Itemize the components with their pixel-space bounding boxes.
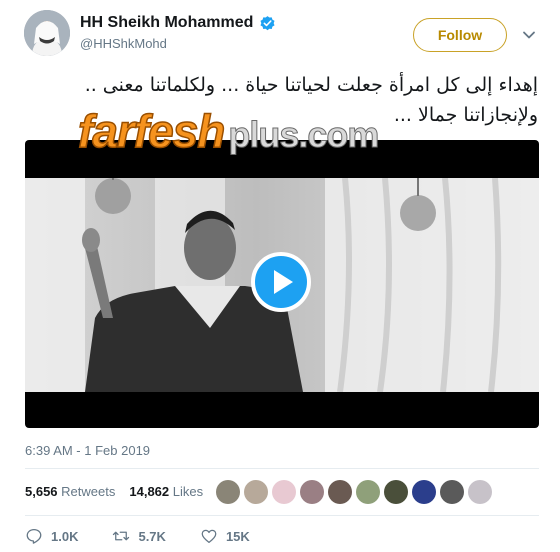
retweets-stat[interactable]: 5,656 Retweets: [25, 484, 115, 499]
retweet-button[interactable]: 5.7K: [112, 527, 166, 545]
liker-avatar[interactable]: [328, 480, 352, 504]
liker-avatar[interactable]: [300, 480, 324, 504]
play-icon: [274, 270, 293, 294]
heart-icon: [201, 529, 217, 544]
retweet-icon: [113, 531, 130, 541]
likes-label: Likes: [172, 484, 204, 499]
liker-avatar[interactable]: [244, 480, 268, 504]
retweet-count: 5.7K: [138, 528, 166, 544]
likes-stat[interactable]: 14,862 Likes: [129, 484, 203, 499]
reply-button[interactable]: 1.0K: [25, 527, 78, 545]
watermark-logo: farfesh plus.com: [77, 104, 380, 158]
video-player[interactable]: [25, 140, 539, 428]
divider: [25, 468, 539, 469]
liker-avatar[interactable]: [412, 480, 436, 504]
watermark-main: farfesh: [77, 104, 226, 158]
like-count: 15K: [225, 528, 250, 544]
author-handle[interactable]: @HHShkMohd: [80, 36, 276, 51]
retweets-count: 5,656: [25, 484, 58, 499]
watermark-suffix: plus.com: [228, 114, 380, 156]
liker-avatar[interactable]: [440, 480, 464, 504]
liker-avatar[interactable]: [356, 480, 380, 504]
author-avatar[interactable]: [24, 10, 70, 56]
author-info: HH Sheikh Mohammed @HHShkMohd: [80, 14, 276, 51]
liker-avatar[interactable]: [468, 480, 492, 504]
divider: [25, 515, 539, 516]
follow-button[interactable]: Follow: [413, 18, 507, 52]
author-display-name[interactable]: HH Sheikh Mohammed: [80, 14, 253, 32]
like-button[interactable]: 15K: [200, 527, 250, 545]
tweet-timestamp[interactable]: 6:39 AM - 1 Feb 2019: [25, 443, 150, 458]
reply-icon: [26, 528, 42, 544]
tweet-stats: 5,656 Retweets 14,862 Likes: [25, 484, 203, 499]
tweet-text-line: إهداء إلى كل امرأة جعلت لحياتنا حياة ...…: [84, 74, 538, 96]
play-button[interactable]: [251, 252, 311, 312]
liker-avatar[interactable]: [216, 480, 240, 504]
retweets-label: Retweets: [61, 484, 116, 499]
liker-avatar[interactable]: [272, 480, 296, 504]
liker-avatars: [216, 480, 492, 504]
reply-count: 1.0K: [51, 528, 79, 544]
chevron-down-icon[interactable]: [522, 28, 536, 42]
likes-count: 14,862: [129, 484, 170, 499]
tweet-actions: 1.0K 5.7K 15K: [25, 527, 284, 545]
liker-avatar[interactable]: [384, 480, 408, 504]
verified-badge-icon: [260, 15, 275, 30]
